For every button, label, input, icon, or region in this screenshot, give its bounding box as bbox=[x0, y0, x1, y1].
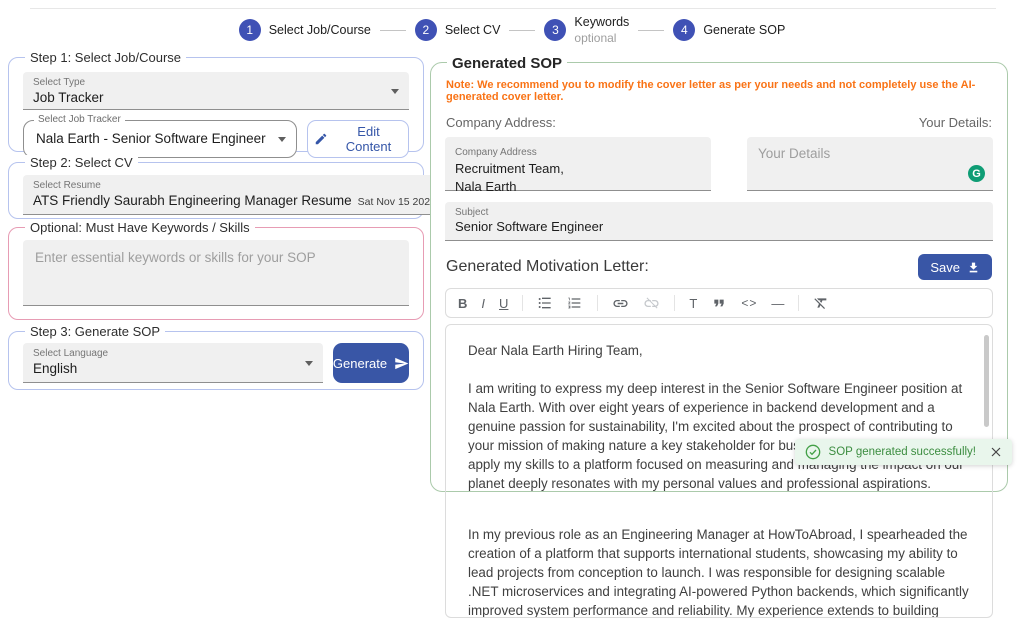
step-3-label: Keywords bbox=[574, 15, 630, 29]
subject-label: Subject bbox=[455, 207, 489, 219]
stepper-step-select-cv[interactable]: 2 Select CV bbox=[414, 19, 501, 42]
bold-icon[interactable]: B bbox=[458, 297, 467, 310]
editor-toolbar: B I U T <> — bbox=[445, 288, 993, 318]
link-icon[interactable] bbox=[612, 295, 629, 312]
select-resume-dropdown[interactable]: Select Resume ATS Friendly Saurabh Engin… bbox=[23, 175, 464, 215]
your-details-field[interactable]: G bbox=[747, 137, 993, 191]
stepper: 1 Select Job/Course 2 Select CV 3 Keywor… bbox=[0, 15, 1024, 46]
select-job-tracker-value: Nala Earth - Senior Software Engineer bbox=[36, 131, 266, 146]
select-type-label: Select Type bbox=[33, 77, 86, 88]
step-4-circle: 4 bbox=[673, 19, 696, 42]
subject-field[interactable]: Subject Senior Software Engineer bbox=[445, 202, 993, 241]
step2-legend: Step 2: Select CV bbox=[25, 155, 138, 170]
select-job-tracker-label: Select Job Tracker bbox=[34, 114, 125, 125]
company-address-field[interactable]: Company Address Recruitment Team, Nala E… bbox=[445, 137, 711, 194]
check-circle-icon bbox=[805, 444, 821, 460]
select-type-dropdown[interactable]: Select Type Job Tracker bbox=[23, 72, 409, 110]
save-button-label: Save bbox=[930, 259, 960, 275]
letter-editor[interactable]: Dear Nala Earth Hiring Team, I am writin… bbox=[445, 324, 993, 618]
company-address-label: Company Address bbox=[455, 147, 537, 158]
stepper-step-generate-sop[interactable]: 4 Generate SOP bbox=[673, 19, 786, 42]
step-3-circle: 3 bbox=[544, 19, 567, 42]
select-resume-value: ATS Friendly Saurabh Engineering Manager… bbox=[33, 192, 352, 208]
stepper-connector bbox=[379, 29, 406, 31]
text-style-icon[interactable]: T bbox=[689, 297, 697, 310]
keywords-legend: Optional: Must Have Keywords / Skills bbox=[25, 220, 255, 235]
bullet-list-icon[interactable] bbox=[537, 295, 553, 311]
step-2-label: Select CV bbox=[444, 23, 501, 38]
clear-format-icon[interactable] bbox=[813, 295, 829, 311]
stepper-step-select-job[interactable]: 1 Select Job/Course bbox=[238, 19, 371, 42]
letter-greeting: Dear Nala Earth Hiring Team, bbox=[468, 343, 643, 358]
step1-panel: Step 1: Select Job/Course Select Type Jo… bbox=[8, 50, 424, 158]
step2-panel: Step 2: Select CV Select Resume ATS Frie… bbox=[8, 155, 536, 219]
close-icon[interactable] bbox=[990, 446, 1002, 458]
toolbar-divider bbox=[522, 295, 524, 311]
stepper-step-keywords[interactable]: 3 Keywords optional bbox=[544, 15, 629, 46]
resume-date: Sat Nov 15 2025 bbox=[357, 195, 436, 208]
subject-value: Senior Software Engineer bbox=[455, 219, 604, 235]
keywords-input[interactable] bbox=[23, 240, 409, 306]
edit-content-button[interactable]: Edit Content bbox=[307, 120, 409, 158]
generated-sop-legend: Generated SOP bbox=[447, 55, 568, 72]
generated-sop-panel: Generated SOP Note: We recommend you to … bbox=[430, 55, 1008, 618]
letter-heading: Generated Motivation Letter: bbox=[446, 258, 649, 275]
chevron-down-icon bbox=[391, 88, 399, 94]
keywords-panel: Optional: Must Have Keywords / Skills bbox=[8, 220, 424, 320]
company-address-value: Recruitment Team, Nala Earth bbox=[455, 161, 564, 194]
toolbar-divider bbox=[597, 295, 599, 311]
sop-note: Note: We recommend you to modify the cov… bbox=[446, 79, 976, 103]
toolbar-divider bbox=[674, 295, 676, 311]
top-divider bbox=[30, 8, 996, 9]
stepper-connector bbox=[638, 29, 665, 31]
your-details-heading: Your Details: bbox=[918, 115, 992, 130]
chevron-down-icon bbox=[278, 137, 286, 142]
editor-scrollbar[interactable] bbox=[984, 335, 989, 427]
grammarly-icon[interactable]: G bbox=[968, 165, 985, 182]
chevron-down-icon bbox=[305, 360, 313, 366]
generate-button-label: Generate bbox=[332, 355, 388, 371]
send-icon bbox=[394, 356, 409, 371]
step-2-circle: 2 bbox=[414, 19, 437, 42]
step-4-label: Generate SOP bbox=[703, 23, 786, 38]
select-resume-label: Select Resume bbox=[33, 179, 101, 191]
step3-legend: Step 3: Generate SOP bbox=[25, 324, 166, 339]
code-icon[interactable]: <> bbox=[741, 297, 757, 309]
toast-message: SOP generated successfully! bbox=[828, 446, 976, 458]
letter-paragraph: In my previous role as an Engineering Ma… bbox=[468, 527, 969, 618]
company-address-heading: Company Address: bbox=[446, 115, 556, 130]
step1-legend: Step 1: Select Job/Course bbox=[25, 50, 187, 65]
unlink-icon[interactable] bbox=[643, 295, 660, 312]
step-1-circle: 1 bbox=[238, 19, 261, 42]
save-button[interactable]: Save bbox=[918, 254, 992, 280]
select-language-dropdown[interactable]: Select Language English bbox=[23, 343, 323, 383]
italic-icon[interactable]: I bbox=[481, 297, 485, 310]
blockquote-icon[interactable] bbox=[711, 295, 727, 311]
download-icon bbox=[967, 261, 980, 274]
step-3-sublabel: optional bbox=[574, 30, 617, 45]
select-language-label: Select Language bbox=[33, 348, 109, 359]
pencil-icon bbox=[314, 132, 328, 146]
horizontal-rule-icon[interactable]: — bbox=[771, 297, 784, 310]
generate-button[interactable]: Generate bbox=[333, 343, 409, 383]
toolbar-divider bbox=[798, 295, 800, 311]
edit-content-label: Edit Content bbox=[345, 124, 392, 154]
step3-panel: Step 3: Generate SOP Select Language Eng… bbox=[8, 324, 424, 390]
success-toast: SOP generated successfully! bbox=[794, 439, 1012, 465]
select-job-tracker-dropdown[interactable]: Select Job Tracker Nala Earth - Senior S… bbox=[23, 114, 297, 158]
your-details-input[interactable] bbox=[747, 137, 993, 190]
select-type-value: Job Tracker bbox=[33, 90, 104, 104]
letter-paragraph: I am writing to express my deep interest… bbox=[468, 381, 964, 491]
underline-icon[interactable]: U bbox=[499, 297, 508, 310]
select-language-value: English bbox=[33, 361, 78, 376]
step-1-label: Select Job/Course bbox=[268, 23, 371, 38]
ordered-list-icon[interactable] bbox=[567, 295, 583, 311]
stepper-connector bbox=[509, 29, 536, 31]
